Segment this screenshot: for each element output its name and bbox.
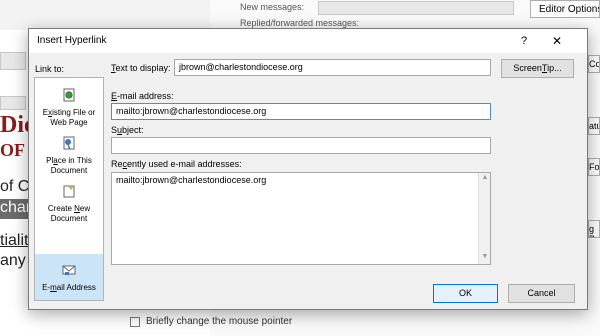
background-clip-1: Correc xyxy=(588,55,600,73)
editor-options-button[interactable]: Editor Options xyxy=(530,0,600,18)
background-dropdown xyxy=(0,96,26,110)
link-to-place-in-document-label: Place in This Document xyxy=(46,156,92,175)
link-to-email-address-label: E-mail Address xyxy=(42,283,96,292)
place-in-document-icon xyxy=(35,136,103,153)
cancel-button[interactable]: Cancel xyxy=(508,284,575,303)
link-to-place-in-document[interactable]: Place in This Document xyxy=(35,136,103,180)
link-to-email-address[interactable]: E-mail Address xyxy=(35,254,103,300)
web-page-icon xyxy=(35,88,103,105)
email-address-label: E-mail address: xyxy=(111,91,174,101)
subject-field[interactable] xyxy=(111,137,491,154)
ribbon-strip xyxy=(0,0,210,30)
email-address-icon xyxy=(35,263,103,280)
link-to-existing-file-label: Existing File or Web Page xyxy=(42,108,96,127)
dialog-title-bar[interactable] xyxy=(29,29,587,53)
recent-addresses-label: Recently used e-mail addresses: xyxy=(111,159,242,169)
close-icon: ✕ xyxy=(551,34,563,48)
close-button[interactable]: ✕ xyxy=(545,32,569,50)
background-clip-2: ature xyxy=(588,117,600,135)
subject-label: Subject: xyxy=(111,125,144,135)
email-address-field[interactable]: mailto:jbrown@charlestondiocese.org xyxy=(111,103,491,120)
link-to-existing-file[interactable]: Existing File or Web Page xyxy=(35,88,103,132)
background-field xyxy=(0,52,26,70)
link-to-new-document[interactable]: Create New Document xyxy=(35,184,103,228)
screentip-button[interactable]: ScreenTip... xyxy=(501,59,574,78)
scroll-up-icon[interactable]: ▲ xyxy=(480,174,490,181)
link-to-new-document-label: Create New Document xyxy=(47,204,91,223)
mouse-pointer-checkbox[interactable] xyxy=(130,317,140,327)
doc-text-fragment-2: char xyxy=(0,199,32,216)
help-button[interactable]: ? xyxy=(513,32,535,50)
new-messages-dropdown[interactable] xyxy=(318,1,514,15)
dialog-title: Insert Hyperlink xyxy=(37,35,107,46)
recent-addresses-list[interactable]: mailto:jbrown@charlestondiocese.org xyxy=(111,172,491,265)
mouse-pointer-checkbox-label: Briefly change the mouse pointer xyxy=(146,316,293,327)
background-clip-3: Font xyxy=(588,158,600,176)
text-to-display-label: Text to display: xyxy=(111,63,171,73)
recent-list-scrollbar[interactable]: ▲ ▼ xyxy=(478,173,490,264)
new-messages-label: New messages: xyxy=(240,2,305,12)
replied-messages-label: Replied/forwarded messages: xyxy=(240,18,360,28)
insert-hyperlink-dialog: Insert Hyperlink ? ✕ Link to: Existing F… xyxy=(28,28,588,310)
recent-address-item[interactable]: mailto:jbrown@charlestondiocese.org xyxy=(116,175,486,185)
new-document-icon xyxy=(35,184,103,201)
link-to-label: Link to: xyxy=(35,64,65,74)
background-clip-4: g Pan xyxy=(588,220,600,238)
link-to-panel: Existing File or Web Page Place in This … xyxy=(34,77,104,301)
doc-text-fragment: of C xyxy=(0,178,30,195)
ok-button[interactable]: OK xyxy=(433,284,498,303)
doc-text-fragment-4: any xyxy=(0,252,26,269)
screentip-button-label: ScreenTip... xyxy=(513,63,562,73)
text-to-display-field[interactable]: jbrown@charlestondiocese.org xyxy=(174,59,491,76)
scroll-down-icon[interactable]: ▼ xyxy=(480,253,490,260)
